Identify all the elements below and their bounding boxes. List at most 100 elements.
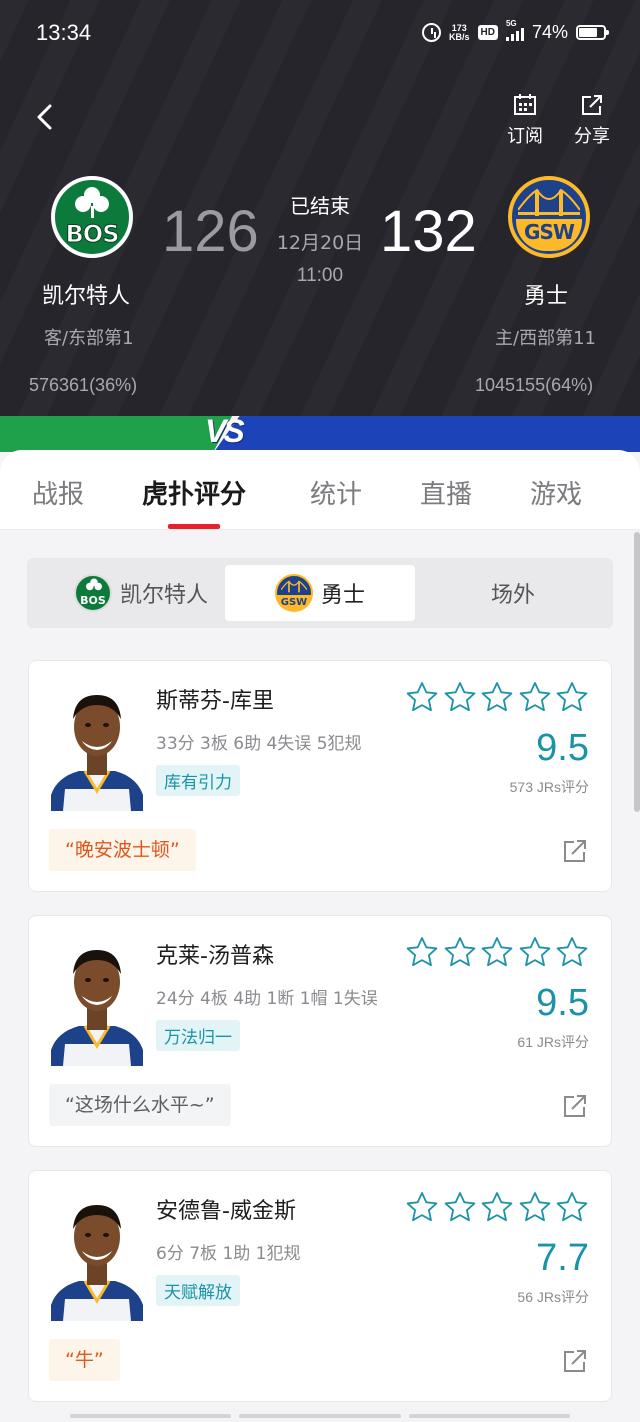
player-stats: 33分 3板 6助 4失误 5犯规 bbox=[156, 734, 362, 754]
player-rating: 9.5 bbox=[536, 727, 589, 769]
star-icon[interactable] bbox=[556, 1191, 588, 1223]
star-icon[interactable] bbox=[444, 1191, 476, 1223]
calendar-icon bbox=[514, 94, 536, 115]
status-bar: 13:34 173 KB/s HD 5G 74% bbox=[0, 0, 640, 68]
warriors-mini-logo: GSW bbox=[274, 574, 313, 612]
star-icon[interactable] bbox=[519, 1191, 551, 1223]
rating-count: 56 JRs评分 bbox=[517, 1289, 589, 1305]
game-status: 已结束 bbox=[290, 194, 350, 218]
player-stats: 24分 4板 4助 1断 1帽 1失误 bbox=[156, 989, 378, 1009]
warriors-logo[interactable]: GSW bbox=[508, 176, 590, 258]
player-stats: 6分 7板 1助 1犯规 bbox=[156, 1244, 301, 1264]
scrollbar[interactable] bbox=[634, 532, 640, 812]
star-icon[interactable] bbox=[406, 1191, 438, 1223]
top-comment[interactable]: “晚安波士顿” bbox=[49, 829, 196, 871]
tab-live[interactable]: 直播 bbox=[420, 474, 472, 511]
away-score: 126 bbox=[162, 199, 259, 264]
tab-games[interactable]: 游戏 bbox=[530, 474, 582, 511]
share-icon[interactable] bbox=[563, 1094, 587, 1118]
top-comment[interactable]: “牛” bbox=[49, 1339, 120, 1381]
ratings-sheet: 战报 虎扑评分 统计 直播 游戏 BOS 凯尔特人 GSW 勇士 场外 斯蒂芬-… bbox=[0, 450, 640, 1422]
celtics-logo-text: BOS bbox=[65, 220, 120, 249]
segment-warriors[interactable]: GSW 勇士 bbox=[225, 565, 415, 621]
home-team-rank: 主/西部第11 bbox=[495, 328, 596, 349]
segment-offcourt-label: 场外 bbox=[490, 583, 535, 608]
away-support-count: 576361(36%) bbox=[29, 375, 138, 395]
share-icon[interactable] bbox=[563, 1349, 587, 1373]
celtics-mini-logo: BOS bbox=[73, 574, 112, 612]
player-name: 克莱-汤普森 bbox=[156, 944, 274, 969]
hd-icon: HD bbox=[477, 25, 498, 40]
support-bar bbox=[0, 416, 640, 452]
battery-percent: 74% bbox=[531, 22, 568, 42]
game-date: 12月20日 bbox=[276, 232, 364, 254]
star-icon[interactable] bbox=[406, 681, 438, 713]
tab-report[interactable]: 战报 bbox=[32, 474, 84, 511]
share-icon bbox=[582, 95, 602, 115]
star-icon[interactable] bbox=[556, 936, 588, 968]
rating-stars[interactable] bbox=[406, 681, 588, 715]
signal-icon: 5G bbox=[505, 19, 524, 41]
star-icon[interactable] bbox=[556, 681, 588, 713]
tab-ratings[interactable]: 虎扑评分 bbox=[142, 474, 246, 511]
share-icon[interactable] bbox=[563, 839, 587, 863]
player-rating-card[interactable]: 斯蒂芬-库里 33分 3板 6助 4失误 5犯规 库有引力 9.5 573 JR… bbox=[28, 660, 612, 892]
segment-celtics[interactable]: BOS 凯尔特人 bbox=[51, 565, 231, 621]
rating-count: 573 JRs评分 bbox=[509, 779, 589, 795]
back-icon[interactable] bbox=[34, 102, 56, 132]
home-support-count: 1045155(64%) bbox=[475, 375, 594, 395]
player-name: 斯蒂芬-库里 bbox=[156, 689, 274, 714]
celtics-logo[interactable]: BOS bbox=[51, 176, 133, 258]
away-team-rank: 客/东部第1 bbox=[44, 328, 134, 349]
subscribe-button[interactable]: 订阅 bbox=[495, 94, 555, 148]
clover-icon bbox=[75, 187, 109, 218]
player-name: 安德鲁-威金斯 bbox=[156, 1199, 296, 1224]
vs-label: VS bbox=[205, 413, 245, 449]
star-icon[interactable] bbox=[481, 681, 513, 713]
away-support-bar bbox=[0, 416, 232, 452]
segment-offcourt[interactable]: 场外 bbox=[423, 565, 603, 621]
star-icon[interactable] bbox=[444, 936, 476, 968]
game-time: 11:00 bbox=[296, 265, 344, 286]
segment-celtics-label: 凯尔特人 bbox=[119, 583, 208, 608]
share-label: 分享 bbox=[574, 126, 610, 147]
segment-warriors-label: 勇士 bbox=[320, 583, 365, 608]
player-tag: 万法归一 bbox=[156, 1020, 240, 1051]
rating-stars[interactable] bbox=[406, 936, 588, 970]
subscribe-label: 订阅 bbox=[507, 126, 543, 147]
star-icon[interactable] bbox=[519, 681, 551, 713]
player-rating: 9.5 bbox=[536, 982, 589, 1024]
away-team-name: 凯尔特人 bbox=[42, 284, 131, 309]
star-icon[interactable] bbox=[481, 936, 513, 968]
player-avatar bbox=[51, 950, 143, 1066]
alarm-icon bbox=[422, 23, 441, 42]
warriors-logo-text: GSW bbox=[516, 219, 582, 251]
tab-stats[interactable]: 统计 bbox=[310, 474, 362, 511]
home-support-bar bbox=[214, 416, 640, 452]
star-icon[interactable] bbox=[406, 936, 438, 968]
player-avatar bbox=[51, 695, 143, 811]
battery-icon bbox=[576, 25, 609, 40]
player-tag: 库有引力 bbox=[156, 765, 240, 796]
game-header: 13:34 173 KB/s HD 5G 74% 订阅 分享 BOS 凯尔特人 … bbox=[0, 0, 640, 416]
home-score: 132 bbox=[380, 199, 477, 264]
top-comment[interactable]: “这场什么水平~” bbox=[49, 1084, 231, 1126]
player-tag: 天赋解放 bbox=[156, 1275, 240, 1306]
star-icon[interactable] bbox=[519, 936, 551, 968]
star-icon[interactable] bbox=[444, 681, 476, 713]
home-team-name: 勇士 bbox=[524, 284, 569, 309]
rating-stars[interactable] bbox=[406, 1191, 588, 1225]
team-segment-control: BOS 凯尔特人 GSW 勇士 场外 bbox=[27, 558, 613, 628]
share-button[interactable]: 分享 bbox=[562, 94, 622, 148]
star-icon[interactable] bbox=[481, 1191, 513, 1223]
active-tab-indicator bbox=[168, 524, 220, 529]
player-avatar bbox=[51, 1205, 143, 1321]
status-time: 13:34 bbox=[36, 20, 92, 45]
bottom-indicator bbox=[70, 1414, 570, 1418]
network-speed: 173 KB/s bbox=[449, 22, 470, 42]
player-rating-card[interactable]: 安德鲁-威金斯 6分 7板 1助 1犯规 天赋解放 7.7 56 JRs评分 “… bbox=[28, 1170, 612, 1402]
player-rating-card[interactable]: 克莱-汤普森 24分 4板 4助 1断 1帽 1失误 万法归一 9.5 61 J… bbox=[28, 915, 612, 1147]
rating-count: 61 JRs评分 bbox=[517, 1034, 589, 1050]
player-rating: 7.7 bbox=[536, 1237, 589, 1279]
bridge-icon bbox=[518, 188, 580, 216]
